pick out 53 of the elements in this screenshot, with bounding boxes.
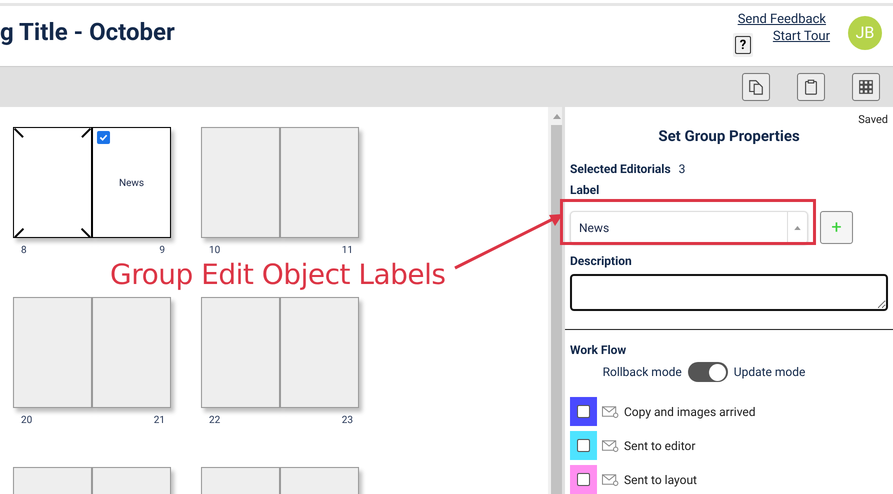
grid-icon bbox=[857, 78, 875, 96]
field-label: Label bbox=[570, 184, 600, 197]
page-thumbnail[interactable] bbox=[92, 297, 171, 408]
clipboard-icon bbox=[802, 78, 820, 96]
annotation-text: Group Edit Object Labels bbox=[110, 257, 446, 293]
page-number: 23 bbox=[342, 414, 353, 428]
feedback-link[interactable]: Send Feedback bbox=[738, 10, 826, 30]
description-field[interactable] bbox=[570, 274, 888, 311]
checkbox[interactable] bbox=[97, 131, 110, 144]
page-number: 11 bbox=[342, 244, 353, 258]
copy-icon bbox=[747, 78, 765, 96]
page-thumbnail[interactable]: News bbox=[92, 127, 171, 238]
workflow-label: Copy and images arrived bbox=[624, 404, 756, 420]
tour-link[interactable]: Start Tour bbox=[772, 27, 830, 46]
page-number: 9 bbox=[159, 244, 165, 258]
help-button[interactable]: ? bbox=[733, 33, 753, 57]
page-thumbnail[interactable] bbox=[13, 297, 92, 408]
page-thumbnail[interactable] bbox=[280, 127, 359, 238]
toggle-label: Rollback mode bbox=[602, 364, 682, 381]
selected-count: 3 bbox=[678, 161, 686, 178]
page-thumbnail[interactable] bbox=[13, 127, 92, 238]
save-status: Saved bbox=[858, 112, 888, 128]
workflow-label: Sent to layout bbox=[624, 472, 697, 488]
scroll-up-icon bbox=[552, 114, 560, 118]
page-number: 10 bbox=[209, 244, 220, 258]
page-label: News bbox=[118, 177, 146, 191]
field-label: Description bbox=[570, 253, 632, 270]
page-title: g Title - October bbox=[0, 17, 175, 48]
checkbox[interactable] bbox=[577, 439, 590, 452]
envelope-icon bbox=[602, 474, 619, 486]
page-number: 21 bbox=[154, 414, 165, 428]
field-label: Selected Editorials bbox=[570, 161, 671, 178]
envelope-icon bbox=[602, 440, 619, 452]
panel-title: Set Group Properties bbox=[657, 126, 801, 146]
page-number: 8 bbox=[21, 244, 27, 258]
page-thumbnail[interactable] bbox=[280, 297, 359, 408]
page-thumbnail[interactable] bbox=[201, 297, 280, 408]
mode-toggle[interactable] bbox=[688, 362, 728, 382]
envelope-icon bbox=[602, 406, 619, 418]
workflow-label: Sent to editor bbox=[624, 438, 696, 454]
label-select[interactable]: News bbox=[570, 211, 808, 244]
scrollbar[interactable] bbox=[548, 107, 562, 494]
grid-view-button[interactable] bbox=[852, 73, 880, 101]
toggle-label: Update mode bbox=[734, 364, 806, 381]
checkbox[interactable] bbox=[577, 473, 590, 486]
clipboard-button[interactable] bbox=[797, 73, 825, 101]
page-number: 20 bbox=[21, 414, 32, 428]
page-number: 22 bbox=[209, 414, 220, 428]
caret-icon bbox=[794, 226, 801, 230]
section-title: Work Flow bbox=[570, 342, 628, 359]
copy-button[interactable] bbox=[742, 73, 770, 101]
page-thumbnail[interactable] bbox=[201, 127, 280, 238]
checkbox[interactable] bbox=[577, 405, 590, 418]
